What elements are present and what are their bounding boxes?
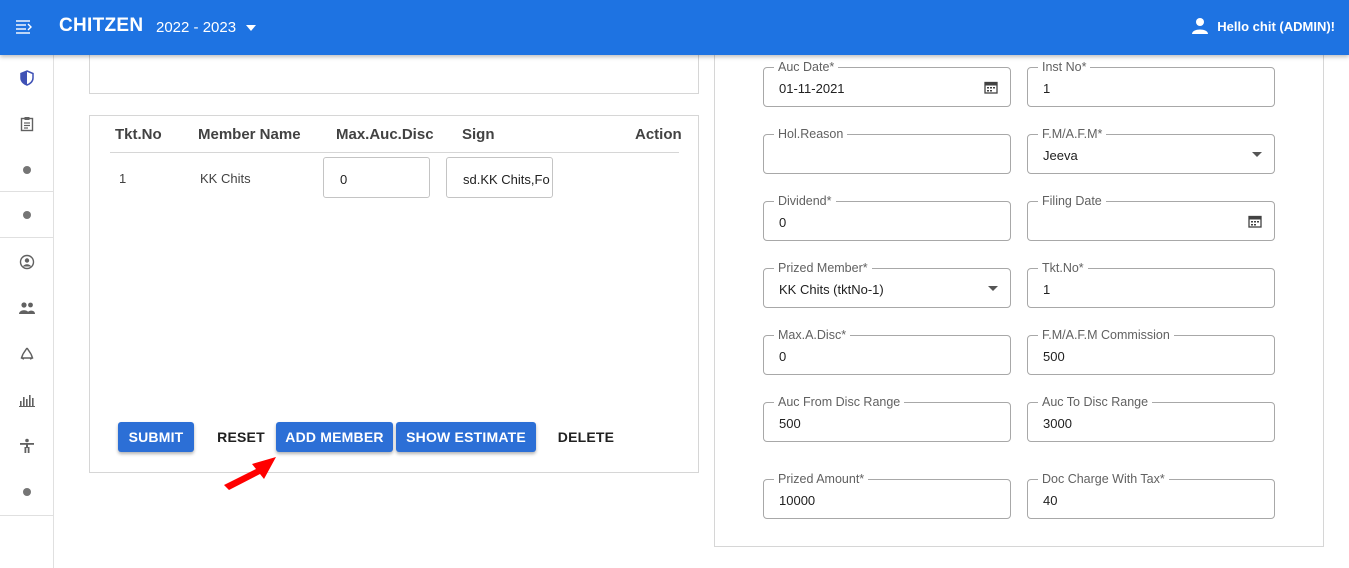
sidebar-item-account[interactable]: [0, 239, 54, 285]
inst-no-label: Inst No*: [1038, 60, 1091, 74]
fm-afm-label: F.M/A.F.M*: [1038, 127, 1107, 141]
user-greeting: Hello chit (ADMIN)!: [1217, 18, 1335, 34]
tkt-no-label: Tkt.No*: [1038, 261, 1088, 275]
year-selector[interactable]: 2022 - 2023: [156, 19, 257, 36]
header-tkt-no: Tkt.No: [115, 126, 162, 143]
auc-date-value: 01-11-2021: [779, 81, 845, 96]
auc-date-field[interactable]: Auc Date* 01-11-2021: [763, 60, 1011, 107]
header-action: Action: [635, 126, 682, 143]
annotation-arrow-icon: [224, 457, 276, 490]
header-sign: Sign: [462, 126, 495, 143]
sidebar-item-clipboard[interactable]: [0, 101, 54, 147]
doc-charge-field[interactable]: Doc Charge With Tax* 40: [1027, 472, 1275, 519]
sidebar-item-chart[interactable]: [0, 377, 54, 423]
auction-form-card: Auc Date* 01-11-2021 Inst No* 1 Hol.Reas…: [714, 55, 1324, 547]
accessibility-icon: [20, 438, 34, 453]
auc-from-disc-range-field[interactable]: Auc From Disc Range 500: [763, 395, 1011, 442]
submit-button[interactable]: SUBMIT: [118, 422, 194, 452]
row-member-name: KK Chits: [200, 171, 251, 186]
dot-icon: [23, 211, 31, 219]
sidebar-item-dot-2[interactable]: [0, 192, 54, 238]
user-menu[interactable]: Hello chit (ADMIN)!: [1191, 17, 1335, 35]
hol-reason-label: Hol.Reason: [774, 127, 848, 141]
sidebar-item-shield[interactable]: [0, 55, 54, 101]
delete-button[interactable]: DELETE: [550, 422, 622, 452]
dividend-label: Dividend*: [774, 194, 836, 208]
recycle-icon: [20, 347, 34, 360]
filter-card: [89, 55, 699, 94]
shield-icon: [20, 70, 34, 86]
calendar-icon[interactable]: [984, 80, 998, 94]
app-brand: CHITZEN: [59, 15, 144, 36]
prized-member-label: Prized Member*: [774, 261, 872, 275]
bar-chart-icon: [19, 395, 35, 407]
dividend-value: 0: [779, 215, 787, 230]
dividend-field[interactable]: Dividend* 0: [763, 194, 1011, 241]
tkt-no-field[interactable]: Tkt.No* 1: [1027, 261, 1275, 308]
sidebar-item-recycle[interactable]: [0, 331, 54, 377]
sign-input[interactable]: sd.KK Chits,Fo: [446, 157, 553, 198]
header-member-name: Member Name: [198, 126, 301, 143]
row-tkt-no: 1: [119, 171, 127, 186]
chevron-down-icon: [246, 24, 257, 31]
sidebar-item-dot-1[interactable]: [0, 147, 54, 193]
sidebar-item-accessibility[interactable]: [0, 423, 54, 469]
dropdown-arrow-icon: [988, 286, 998, 291]
person-icon: [1192, 18, 1209, 34]
table-divider: [110, 152, 679, 153]
dot-icon: [23, 488, 31, 496]
filing-date-label: Filing Date: [1038, 194, 1106, 208]
account-circle-icon: [19, 254, 35, 270]
max-a-disc-field[interactable]: Max.A.Disc* 0: [763, 328, 1011, 375]
max-a-disc-label: Max.A.Disc*: [774, 328, 851, 342]
hol-reason-field[interactable]: Hol.Reason: [763, 127, 1011, 174]
prized-member-value: KK Chits (tktNo-1): [779, 282, 884, 297]
menu-icon[interactable]: [14, 17, 34, 37]
prized-amount-field[interactable]: Prized Amount* 10000: [763, 472, 1011, 519]
auc-to-disc-range-field[interactable]: Auc To Disc Range 3000: [1027, 395, 1275, 442]
prized-member-select[interactable]: Prized Member* KK Chits (tktNo-1): [763, 261, 1011, 308]
filing-date-field[interactable]: Filing Date: [1027, 194, 1275, 241]
fm-afm-commission-label: F.M/A.F.M Commission: [1038, 328, 1174, 342]
group-icon: [19, 302, 35, 314]
year-value: 2022 - 2023: [156, 19, 237, 36]
clipboard-icon: [20, 117, 34, 132]
app-header: CHITZEN 2022 - 2023 Hello chit (ADMIN)!: [0, 0, 1349, 55]
prized-amount-label: Prized Amount*: [774, 472, 869, 486]
fm-afm-value: Jeeva: [1043, 148, 1078, 163]
max-auc-disc-input[interactable]: 0: [323, 157, 430, 198]
auc-from-disc-range-value: 500: [779, 416, 801, 431]
inst-no-value: 1: [1043, 81, 1051, 96]
doc-charge-value: 40: [1043, 493, 1058, 508]
tkt-no-value: 1: [1043, 282, 1051, 297]
reset-button[interactable]: RESET: [210, 422, 272, 452]
members-card: Tkt.No Member Name Max.Auc.Disc Sign Act…: [89, 115, 699, 473]
calendar-icon[interactable]: [1248, 214, 1262, 228]
auc-to-disc-range-label: Auc To Disc Range: [1038, 395, 1153, 409]
header-max-auc-disc: Max.Auc.Disc: [336, 126, 434, 143]
inst-no-field[interactable]: Inst No* 1: [1027, 60, 1275, 107]
auc-from-disc-range-label: Auc From Disc Range: [774, 395, 905, 409]
max-a-disc-value: 0: [779, 349, 787, 364]
dot-icon: [23, 166, 31, 174]
add-member-button[interactable]: ADD MEMBER: [276, 422, 393, 452]
sidebar: [0, 55, 54, 568]
fm-afm-commission-value: 500: [1043, 349, 1065, 364]
dropdown-arrow-icon: [1252, 152, 1262, 157]
sidebar-item-group[interactable]: [0, 285, 54, 331]
prized-amount-value: 10000: [779, 493, 816, 508]
fm-afm-commission-field[interactable]: F.M/A.F.M Commission 500: [1027, 328, 1275, 375]
fm-afm-select[interactable]: F.M/A.F.M* Jeeva: [1027, 127, 1275, 174]
doc-charge-label: Doc Charge With Tax*: [1038, 472, 1169, 486]
sidebar-item-dot-3[interactable]: [0, 469, 54, 515]
auc-date-label: Auc Date*: [774, 60, 839, 74]
auc-to-disc-range-value: 3000: [1043, 416, 1072, 431]
show-estimate-button[interactable]: SHOW ESTIMATE: [396, 422, 536, 452]
